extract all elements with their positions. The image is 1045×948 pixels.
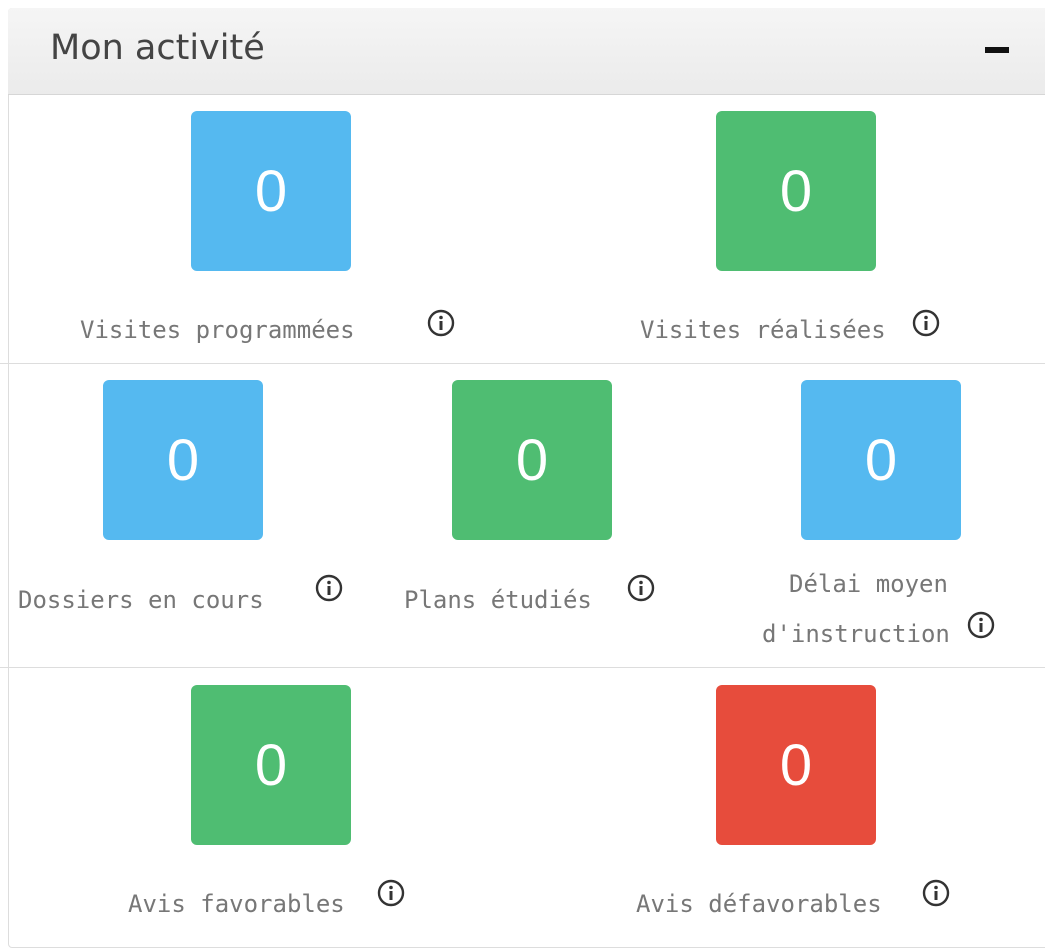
info-icon[interactable]	[426, 308, 456, 338]
stat-value: 0	[254, 158, 288, 224]
minus-icon	[985, 47, 1009, 53]
stat-tile-dossiers-en-cours: 0	[103, 380, 263, 540]
stat-label: Visites réalisées	[640, 316, 886, 344]
info-icon[interactable]	[911, 308, 941, 338]
info-icon[interactable]	[921, 878, 951, 908]
stat-tile-avis-defavorables: 0	[716, 685, 876, 845]
stat-value: 0	[864, 427, 898, 493]
info-icon[interactable]	[314, 573, 344, 603]
stat-value: 0	[254, 732, 288, 798]
info-icon[interactable]	[376, 878, 406, 908]
row-divider	[0, 667, 1045, 668]
stat-label: Avis favorables	[128, 890, 345, 918]
row-divider	[0, 363, 1045, 364]
stat-tile-delai-moyen: 0	[801, 380, 961, 540]
collapse-button[interactable]	[983, 38, 1013, 64]
stat-label: Dossiers en cours	[18, 586, 264, 614]
stat-value: 0	[515, 427, 549, 493]
stat-tile-plans-etudies: 0	[452, 380, 612, 540]
stat-tile-visites-programmees: 0	[191, 111, 351, 271]
stat-label: Visites programmées	[80, 316, 355, 344]
stat-label-line1: Délai moyen	[789, 570, 948, 598]
stat-value: 0	[779, 158, 813, 224]
info-icon[interactable]	[966, 610, 996, 640]
info-icon[interactable]	[626, 573, 656, 603]
panel-header: Mon activité	[8, 8, 1045, 95]
stat-label-line2: d'instruction	[762, 620, 950, 648]
stat-tile-avis-favorables: 0	[191, 685, 351, 845]
stat-label: Avis défavorables	[636, 890, 882, 918]
stat-label: Plans étudiés	[404, 586, 592, 614]
stat-value: 0	[779, 732, 813, 798]
stat-tile-visites-realisees: 0	[716, 111, 876, 271]
stat-value: 0	[166, 427, 200, 493]
panel-title: Mon activité	[50, 28, 265, 68]
